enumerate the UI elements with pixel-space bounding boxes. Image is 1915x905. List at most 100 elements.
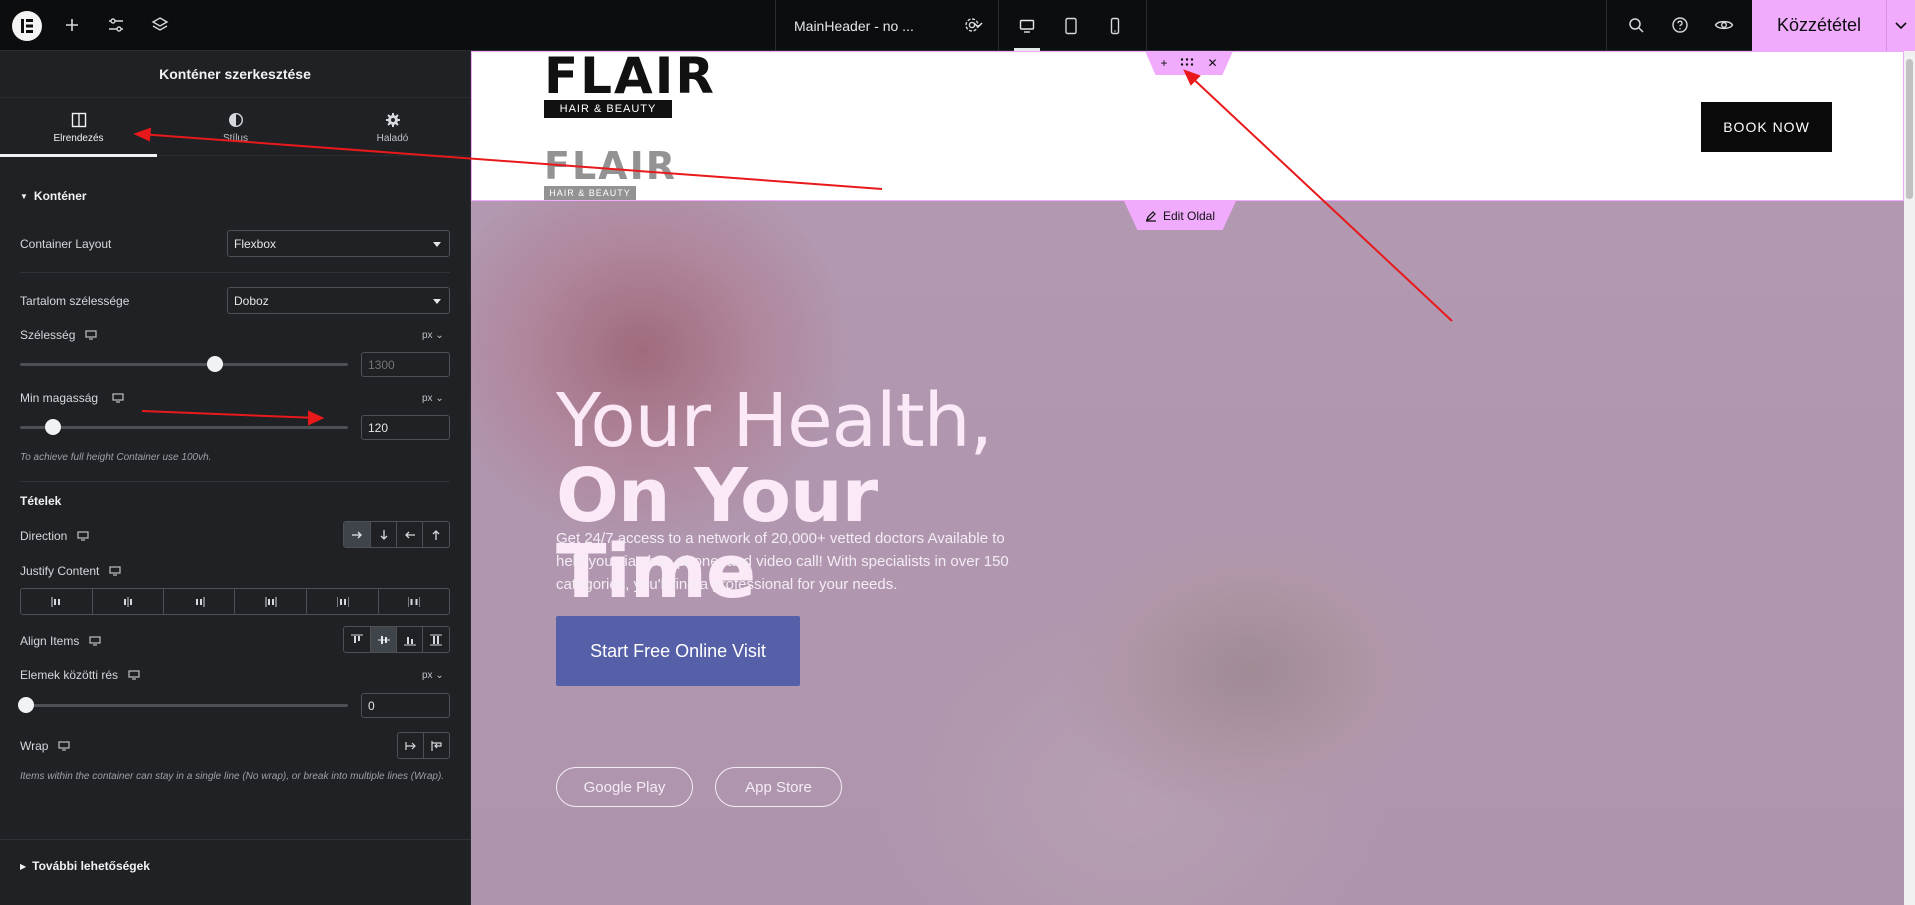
arrow-right-icon[interactable] — [344, 522, 371, 547]
justify-space-around-icon[interactable] — [307, 589, 379, 614]
slider-handle[interactable] — [207, 356, 224, 372]
slider-handle[interactable] — [44, 419, 61, 435]
elementor-logo-icon[interactable] — [12, 11, 42, 41]
divider — [20, 481, 450, 482]
gap-slider[interactable] — [18, 697, 348, 713]
slider-handle[interactable] — [18, 697, 34, 713]
mobile-icon[interactable] — [1100, 11, 1130, 41]
caret-right-icon: ▶ — [20, 861, 27, 871]
width-input[interactable] — [361, 352, 450, 377]
edit-page-tab[interactable]: Edit Oldal — [1124, 201, 1236, 230]
eye-icon[interactable] — [1710, 11, 1738, 39]
select-value: Doboz — [234, 293, 269, 308]
desktop-icon[interactable] — [109, 566, 121, 576]
justify-content-buttons — [20, 588, 450, 615]
unit-value: px — [422, 330, 433, 341]
select-value: Flexbox — [234, 236, 277, 251]
tablet-icon[interactable] — [1056, 11, 1086, 41]
desktop-icon[interactable] — [1012, 11, 1042, 51]
close-icon[interactable]: ✕ — [1207, 56, 1217, 70]
align-items-label: Align Items — [20, 634, 101, 648]
app-store-button[interactable]: App Store — [715, 767, 842, 807]
align-stretch-icon[interactable] — [423, 627, 449, 652]
tab-label: Stílus — [222, 132, 248, 144]
min-height-slider[interactable] — [20, 419, 348, 435]
container-layout-label: Container Layout — [20, 237, 112, 251]
desktop-icon[interactable] — [85, 330, 97, 340]
unit-value: px — [422, 670, 433, 681]
tab-style[interactable]: Stílus — [157, 98, 314, 156]
justify-end-icon[interactable] — [164, 589, 235, 614]
search-icon[interactable] — [1622, 11, 1650, 39]
logo-subtitle: HAIR & BEAUTY — [544, 186, 636, 200]
gap-input[interactable]: 0 — [361, 693, 450, 718]
justify-start-icon[interactable] — [21, 589, 93, 614]
page-scrollbar[interactable] — [1904, 51, 1915, 905]
flair-logo[interactable]: FLAIR HAIR & BEAUTY — [544, 51, 716, 118]
sliders-icon[interactable] — [102, 11, 130, 39]
hero-section[interactable]: Edit Oldal Your Health, On Your Time Get… — [471, 201, 1904, 905]
arrow-left-icon[interactable] — [397, 522, 423, 547]
width-slider[interactable] — [20, 356, 348, 372]
help-icon[interactable] — [1666, 11, 1694, 39]
desktop-icon[interactable] — [77, 531, 89, 541]
divider — [0, 839, 471, 840]
align-start-icon[interactable] — [344, 627, 371, 652]
more-options-header[interactable]: ▶ További lehetőségek — [20, 859, 150, 873]
caret-down-icon — [433, 299, 441, 304]
unit-value: px — [422, 393, 433, 404]
publish-options-button[interactable] — [1886, 0, 1915, 51]
editor-panel: Konténer szerkesztése Elrendezés Stílus … — [0, 51, 471, 905]
start-visit-button[interactable]: Start Free Online Visit — [556, 616, 800, 686]
contrast-icon — [228, 111, 244, 129]
gap-label: Elemek közötti rés — [20, 668, 140, 682]
panel-title: Konténer szerkesztése — [0, 51, 470, 98]
hero-heading-line-1: Your Health, — [556, 378, 993, 464]
width-label-text: Szélesség — [20, 328, 76, 342]
tab-label: Elrendezés — [53, 132, 104, 144]
tab-advanced[interactable]: Haladó — [314, 98, 471, 156]
chevron-down-icon — [1895, 21, 1907, 29]
google-play-button[interactable]: Google Play — [556, 767, 693, 807]
justify-content-label: Justify Content — [20, 564, 121, 578]
drag-handle-icon[interactable] — [1180, 56, 1194, 70]
plus-icon[interactable]: + — [1160, 56, 1167, 70]
justify-center-icon[interactable] — [93, 589, 164, 614]
book-now-button[interactable]: BOOK NOW — [1701, 102, 1832, 152]
align-items-buttons — [343, 626, 450, 653]
align-end-icon[interactable] — [397, 627, 423, 652]
gear-icon[interactable] — [958, 11, 986, 39]
align-center-icon[interactable] — [371, 627, 397, 652]
publish-button[interactable]: Közzététel — [1752, 0, 1886, 51]
layers-icon[interactable] — [146, 11, 174, 39]
pencil-icon — [1145, 210, 1156, 222]
plus-icon[interactable] — [58, 11, 86, 39]
width-unit-select[interactable]: px ⌄ — [422, 330, 444, 341]
desktop-icon[interactable] — [89, 636, 101, 646]
document-name: MainHeader - no ... — [794, 17, 914, 34]
justify-space-between-icon[interactable] — [235, 589, 307, 614]
desktop-icon[interactable] — [58, 741, 71, 751]
scrollbar-thumb[interactable] — [1906, 59, 1913, 199]
device-switcher — [999, 0, 1147, 51]
justify-space-evenly-icon[interactable] — [379, 589, 449, 614]
wrap-icon[interactable] — [424, 733, 449, 758]
min-height-unit-select[interactable]: px ⌄ — [422, 393, 444, 404]
wrap-hint: Items within the container can stay in a… — [20, 771, 445, 782]
section-container-header[interactable]: ▼ Konténer — [20, 189, 87, 203]
nowrap-icon[interactable] — [398, 733, 425, 758]
content-width-select[interactable]: Doboz — [227, 287, 450, 314]
min-height-input[interactable]: 120 — [361, 415, 450, 440]
min-height-hint: To achieve full height Container use 100… — [20, 452, 212, 463]
tab-layout[interactable]: Elrendezés — [0, 98, 157, 157]
flair-logo-faded[interactable]: FLAIR HAIR & BEAUTY — [544, 146, 677, 200]
hero-paragraph: Get 24/7 access to a network of 20,000+ … — [556, 530, 1009, 593]
align-label-text: Align Items — [20, 634, 80, 648]
arrow-down-icon[interactable] — [371, 522, 397, 547]
desktop-icon[interactable] — [112, 393, 124, 403]
gap-unit-select[interactable]: px ⌄ — [422, 670, 444, 681]
desktop-icon[interactable] — [128, 670, 140, 680]
container-layout-select[interactable]: Flexbox — [227, 230, 450, 257]
arrow-up-icon[interactable] — [423, 522, 449, 547]
caret-down-icon: ▼ — [20, 191, 28, 201]
